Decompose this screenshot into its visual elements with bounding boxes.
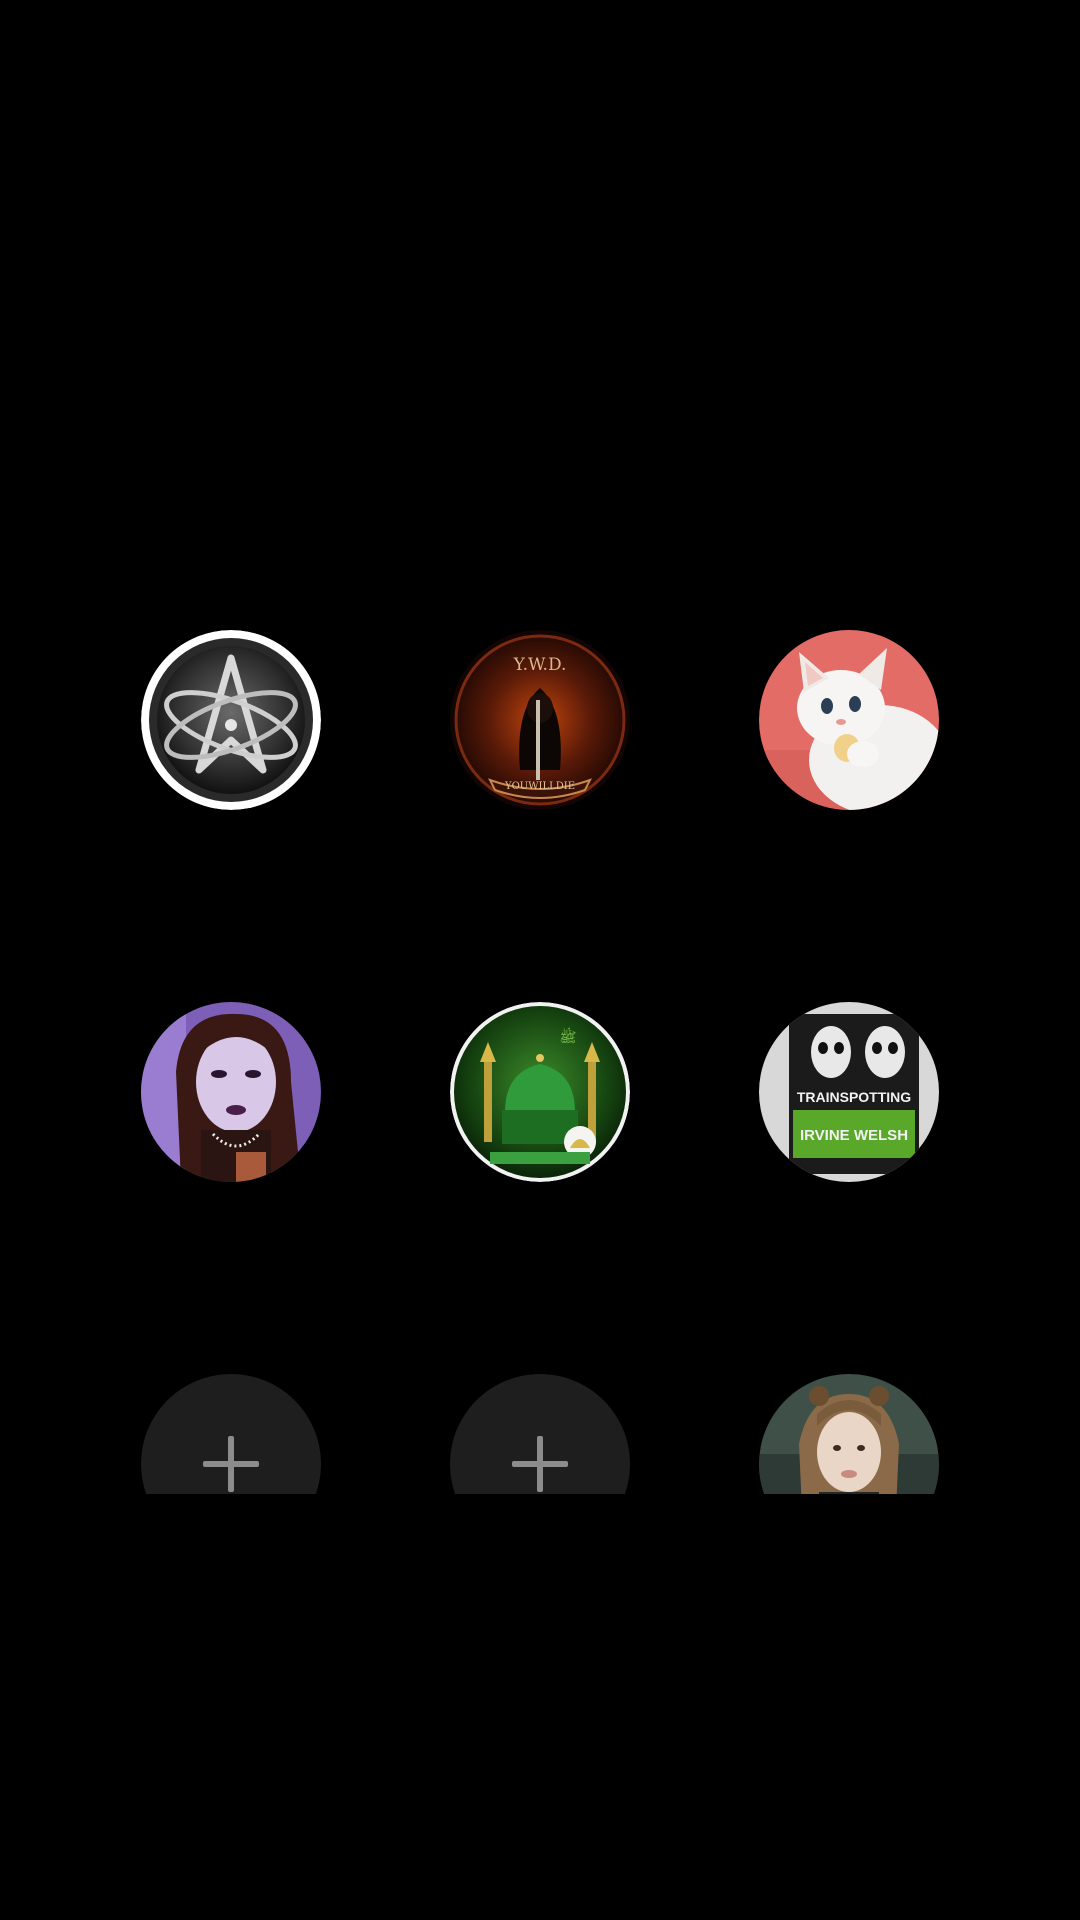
add-avatar-button-2[interactable]	[450, 1374, 630, 1494]
avatar-gothic-girl[interactable]	[141, 1002, 321, 1182]
add-avatar-button-1[interactable]	[141, 1374, 321, 1494]
atom-symbol-icon	[141, 630, 321, 810]
kitten-icon	[759, 630, 939, 810]
person-photo-icon	[759, 1374, 939, 1494]
avatar-atheist-atom[interactable]	[141, 630, 321, 810]
avatar-picker-screen: Y.W.D. YOUWILLDIE ﷺ TRAINSPOTTING IRVINE…	[0, 0, 1080, 1920]
mosque-icon: ﷺ	[450, 1002, 630, 1182]
book-cover-icon: TRAINSPOTTING IRVINE WELSH	[759, 1002, 939, 1182]
svg-text:ﷺ: ﷺ	[560, 1027, 577, 1046]
avatar-trainspotting-book[interactable]: TRAINSPOTTING IRVINE WELSH	[759, 1002, 939, 1182]
person-photo-icon	[141, 1002, 321, 1182]
plus-icon	[203, 1436, 259, 1492]
book-author: IRVINE WELSH	[800, 1127, 908, 1144]
avatar-kitten[interactable]	[759, 630, 939, 810]
ywd-title: Y.W.D.	[513, 655, 567, 675]
reaper-emblem-icon: Y.W.D. YOUWILLDIE	[450, 630, 630, 810]
avatar-grid: Y.W.D. YOUWILLDIE ﷺ TRAINSPOTTING IRVINE…	[0, 0, 1080, 1920]
avatar-green-mosque[interactable]: ﷺ	[450, 1002, 630, 1182]
book-title: TRAINSPOTTING	[797, 1089, 911, 1105]
plus-icon	[512, 1436, 568, 1492]
ywd-banner-text: YOUWILLDIE	[504, 781, 575, 792]
avatar-girl-photo[interactable]	[759, 1374, 939, 1494]
avatar-row-partial	[0, 1374, 1080, 1494]
avatar-ywd-emblem[interactable]: Y.W.D. YOUWILLDIE	[450, 630, 630, 810]
